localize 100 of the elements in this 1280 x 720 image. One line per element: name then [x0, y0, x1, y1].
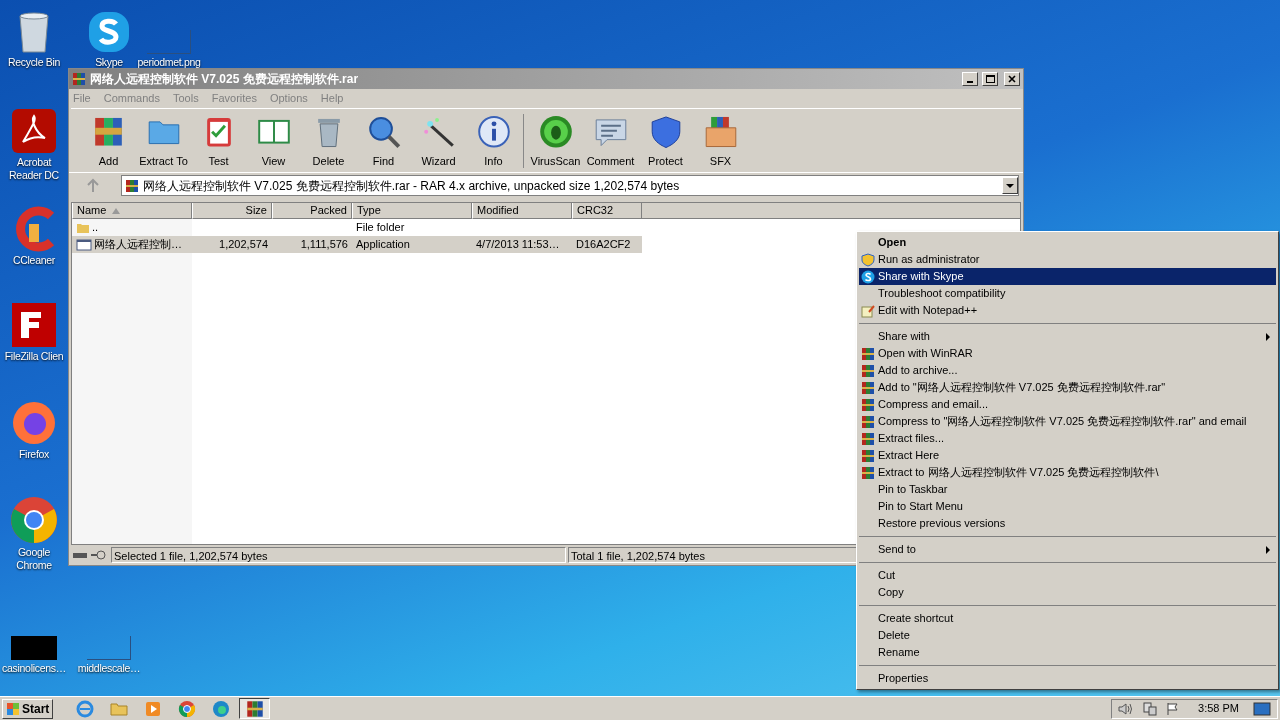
- drive-key-icon: [71, 549, 109, 561]
- file-row[interactable]: 网络人远程控制… 1,202,574 1,111,576 Application 4/7/2013 11:53… D16A2CF2: [72, 236, 642, 253]
- archive-books-icon: [861, 346, 875, 361]
- context-menu-item[interactable]: Extract files...: [859, 430, 1276, 447]
- context-menu-item[interactable]: Add to archive...: [859, 362, 1276, 379]
- context-menu-item[interactable]: Compress and email...: [859, 396, 1276, 413]
- context-menu-item[interactable]: Copy: [859, 584, 1276, 601]
- maximize-button[interactable]: [982, 72, 998, 86]
- context-menu-item[interactable]: Pin to Taskbar: [859, 481, 1276, 498]
- monitor-icon[interactable]: [1253, 701, 1271, 716]
- archive-books-icon: [861, 431, 875, 446]
- speaker-icon[interactable]: [1118, 701, 1135, 716]
- desktop-icon-label[interactable]: periodmet.png: [137, 56, 201, 69]
- context-menu-item[interactable]: Compress to "网络人远程控制软件 V7.025 免费远程控制软件.rar" and email: [859, 413, 1276, 430]
- context-menu-item[interactable]: Pin to Start Menu: [859, 498, 1276, 515]
- toolbar-button[interactable]: Comment: [583, 111, 638, 170]
- table-cell-text: 1,202,574: [219, 237, 268, 253]
- s-logo-icon: [861, 269, 875, 284]
- column-header[interactable]: Size: [192, 203, 272, 219]
- toolbar-button[interactable]: Protect: [638, 111, 693, 170]
- fox-globe-icon: [11, 400, 57, 446]
- toolbar-button[interactable]: Wizard: [411, 111, 466, 170]
- taskbar-app-button[interactable]: [239, 698, 271, 719]
- file-thumbnail: [87, 636, 131, 660]
- context-menu-item[interactable]: Extract Here: [859, 447, 1276, 464]
- desktop-icon-label[interactable]: FileZilla Clien: [4, 350, 64, 363]
- minimize-button[interactable]: [962, 72, 978, 86]
- context-menu-item[interactable]: Share with Skype: [859, 268, 1276, 285]
- archive-books-icon: [861, 363, 875, 378]
- column-header[interactable]: Modified: [472, 203, 572, 219]
- context-menu-item[interactable]: Extract to 网络人远程控制软件 V7.025 免费远程控制软件\: [859, 464, 1276, 481]
- context-menu-item[interactable]: Rename: [859, 644, 1276, 661]
- table-cell-text: 1,111,576: [300, 237, 348, 253]
- archive-books-icon: [245, 699, 264, 718]
- archive-books-icon: [861, 380, 875, 395]
- toolbar-button[interactable]: Delete: [301, 111, 356, 170]
- context-menu-item[interactable]: Run as administrator: [859, 251, 1276, 268]
- desktop-icon-label[interactable]: casinolicens…: [2, 662, 66, 675]
- wave-browser-icon: [211, 699, 230, 718]
- table-cell-text: D16A2CF2: [576, 237, 631, 253]
- context-menu-item[interactable]: Share with: [859, 328, 1276, 345]
- status-text: Selected 1 file, 1,202,574 bytes: [111, 547, 566, 563]
- desktop-icon-label[interactable]: Recycle Bin: [7, 56, 61, 69]
- toolbar-button[interactable]: Info: [466, 111, 521, 170]
- file-row[interactable]: .. File folder: [72, 219, 642, 236]
- e-browser-icon: [75, 699, 94, 718]
- toolbar-button[interactable]: Extract To: [136, 111, 191, 170]
- sort-arrow-icon: [112, 207, 121, 214]
- toolbar-button[interactable]: Add: [81, 111, 136, 170]
- desktop-icon-label[interactable]: Firefox: [19, 448, 49, 461]
- context-menu-item[interactable]: Add to "网络人远程控制软件 V7.025 免费远程控制软件.rar": [859, 379, 1276, 396]
- column-header[interactable]: Name: [72, 203, 192, 219]
- toolbar-button[interactable]: VirusScan: [528, 111, 583, 170]
- context-menu-item[interactable]: Create shortcut: [859, 610, 1276, 627]
- context-menu-item[interactable]: Cut: [859, 567, 1276, 584]
- flag-logo-icon: [6, 701, 20, 716]
- toolbar-button[interactable]: SFX: [693, 111, 748, 170]
- table-cell-text: Application: [356, 237, 410, 253]
- column-header[interactable]: CRC32: [572, 203, 642, 219]
- start-button[interactable]: Start: [2, 698, 54, 719]
- submenu-arrow-icon: [1266, 332, 1270, 341]
- toolbar-button[interactable]: Test: [191, 111, 246, 170]
- table-cell-text: 网络人远程控制…: [94, 237, 182, 253]
- flag-icon[interactable]: [1166, 701, 1181, 716]
- toolbar-button[interactable]: View: [246, 111, 301, 170]
- desktop-icon-label[interactable]: CCleaner: [13, 254, 55, 267]
- context-menu-item[interactable]: Restore previous versions: [859, 515, 1276, 532]
- network-icon[interactable]: [1142, 701, 1159, 716]
- document-app-icon: [11, 108, 57, 154]
- s-logo-icon: [87, 10, 131, 54]
- address-field[interactable]: 网络人远程控制软件 V7.025 免费远程控制软件.rar - RAR 4.x archive, unpacked size 1,202,574 bytes: [121, 175, 1019, 196]
- archive-books-icon: [72, 72, 86, 86]
- context-menu-item[interactable]: Open: [859, 234, 1276, 251]
- desktop-icon-label[interactable]: Google Chrome: [0, 546, 68, 572]
- clock-time[interactable]: 3:58 PM: [1198, 700, 1239, 717]
- file-thumbnail: [147, 30, 191, 54]
- context-menu-item[interactable]: Properties: [859, 670, 1276, 687]
- column-header[interactable]: Packed: [272, 203, 352, 219]
- column-header[interactable]: Type: [352, 203, 472, 219]
- bug-icon: [537, 113, 574, 149]
- context-menu-item[interactable]: Troubleshoot compatibility: [859, 285, 1276, 302]
- archive-books-icon: [861, 465, 875, 480]
- toolbar-button[interactable]: Find: [356, 111, 411, 170]
- round-browser-icon: [10, 496, 58, 544]
- fz-app-icon: [11, 302, 57, 348]
- archive-books-icon: [861, 448, 875, 463]
- context-menu-item[interactable]: Delete: [859, 627, 1276, 644]
- desktop-icon-label[interactable]: Acrobat Reader DC: [0, 156, 68, 182]
- context-menu-item[interactable]: Edit with Notepad++: [859, 302, 1276, 319]
- archive-books-icon: [861, 414, 875, 429]
- table-cell-text: File folder: [356, 220, 405, 236]
- window-title: 网络人远程控制软件 V7.025 免费远程控制软件.rar: [90, 71, 360, 88]
- shield-icon: [861, 252, 875, 267]
- desktop-icon-label[interactable]: Skype: [95, 56, 123, 69]
- table-cell-text: 4/7/2013 11:53…: [476, 237, 560, 253]
- info-icon: [475, 113, 512, 149]
- close-button[interactable]: [1004, 72, 1020, 86]
- archive-books-icon: [861, 397, 875, 412]
- archive-books-icon: [125, 178, 139, 193]
- context-menu-item[interactable]: Open with WinRAR: [859, 345, 1276, 362]
